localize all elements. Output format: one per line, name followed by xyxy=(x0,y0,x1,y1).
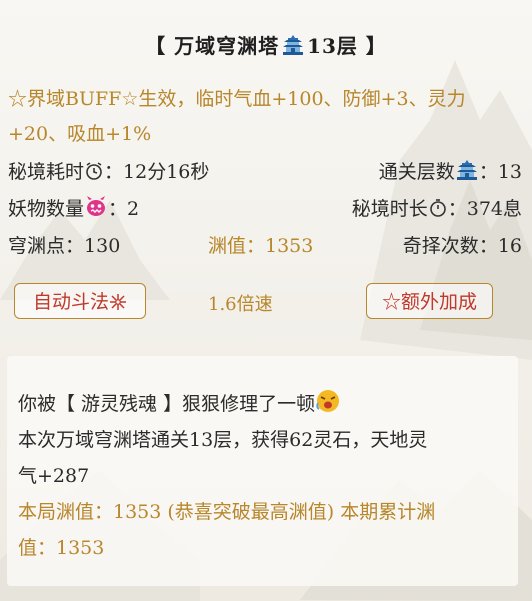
abyss-points-stat: 穹渊点：130 xyxy=(8,231,120,258)
choices-label: 奇择次数 xyxy=(402,235,479,257)
abyss-value-stat: 渊值：1353 xyxy=(208,235,314,257)
abyss-points-value: ：130 xyxy=(65,235,121,257)
pagoda-icon xyxy=(455,159,479,186)
log-line-5: 值：1353 xyxy=(18,537,105,559)
pagoda-icon xyxy=(281,34,305,61)
floors-label: 通关层数 xyxy=(378,161,455,183)
secret-time-label: 秘境耗时 xyxy=(8,161,85,183)
duration-stat: 秘境时长 ：374息 xyxy=(352,194,522,223)
exhausted-face-icon xyxy=(315,389,341,425)
page-title: 【 万域穹渊塔 13层 】 xyxy=(0,30,532,61)
alarm-clock-icon xyxy=(84,161,104,186)
log-line-3: 气+287 xyxy=(18,465,90,487)
stopwatch-icon xyxy=(428,198,448,223)
log-line-4: 本局渊值：1353 (恭喜突破最高渊值) 本期累计渊 xyxy=(18,501,436,523)
choices-stat: 奇择次数：16 xyxy=(403,231,522,258)
floors-value: ：13 xyxy=(478,161,522,183)
duration-label: 秘境时长 xyxy=(351,198,428,220)
stats-row-2: 妖物数量 ：2 秘境时长 ：374息 xyxy=(8,194,522,224)
speed-multiplier[interactable]: 1.6倍速 xyxy=(208,290,273,316)
title-prefix: 【 万域穹渊塔 xyxy=(145,34,280,58)
duration-value: ：374息 xyxy=(447,198,522,220)
monsters-value: ：2 xyxy=(108,198,140,220)
log-line-1-text: 你被【 游灵残魂 】狠狠修理了一顿 xyxy=(18,393,316,415)
extra-bonus-button[interactable]: ☆额外加成 xyxy=(366,283,493,319)
realm-buff-text: ☆界域BUFF☆生效，临时气血+100、防御+3、灵力+20、吸血+1% xyxy=(8,88,466,145)
log-line-2: 本次万域穹渊塔通关13层，获得62灵石，天地灵 xyxy=(18,429,428,451)
secret-time-stat: 秘境耗时 ：12分16秒 xyxy=(8,157,209,186)
battle-log-panel: 你被【 游灵残魂 】狠狠修理了一顿 本次万域穹渊塔通关13层，获得62灵石，天地… xyxy=(7,356,518,586)
stats-row-3: 穹渊点：130 渊值：1353 奇择次数：16 xyxy=(8,231,522,261)
monsters-stat: 妖物数量 ：2 xyxy=(8,194,139,223)
stats-row-1: 秘境耗时 ：12分16秒 通关层数 ：13 xyxy=(8,157,522,187)
title-suffix: 13层 】 xyxy=(307,34,387,58)
monster-face-icon xyxy=(84,196,108,223)
log-line: 你被【 游灵残魂 】狠狠修理了一顿 xyxy=(18,386,510,425)
monsters-label: 妖物数量 xyxy=(8,198,85,220)
secret-time-value: ：12分16秒 xyxy=(104,161,210,183)
auto-fight-label: 自动斗法 xyxy=(32,291,109,313)
abyss-points-label: 穹渊点 xyxy=(8,235,66,257)
choices-value: ：16 xyxy=(478,235,522,257)
sparkle-icon xyxy=(109,287,127,323)
floors-stat: 通关层数 ：13 xyxy=(379,157,522,186)
auto-fight-button[interactable]: 自动斗法 xyxy=(14,283,146,319)
